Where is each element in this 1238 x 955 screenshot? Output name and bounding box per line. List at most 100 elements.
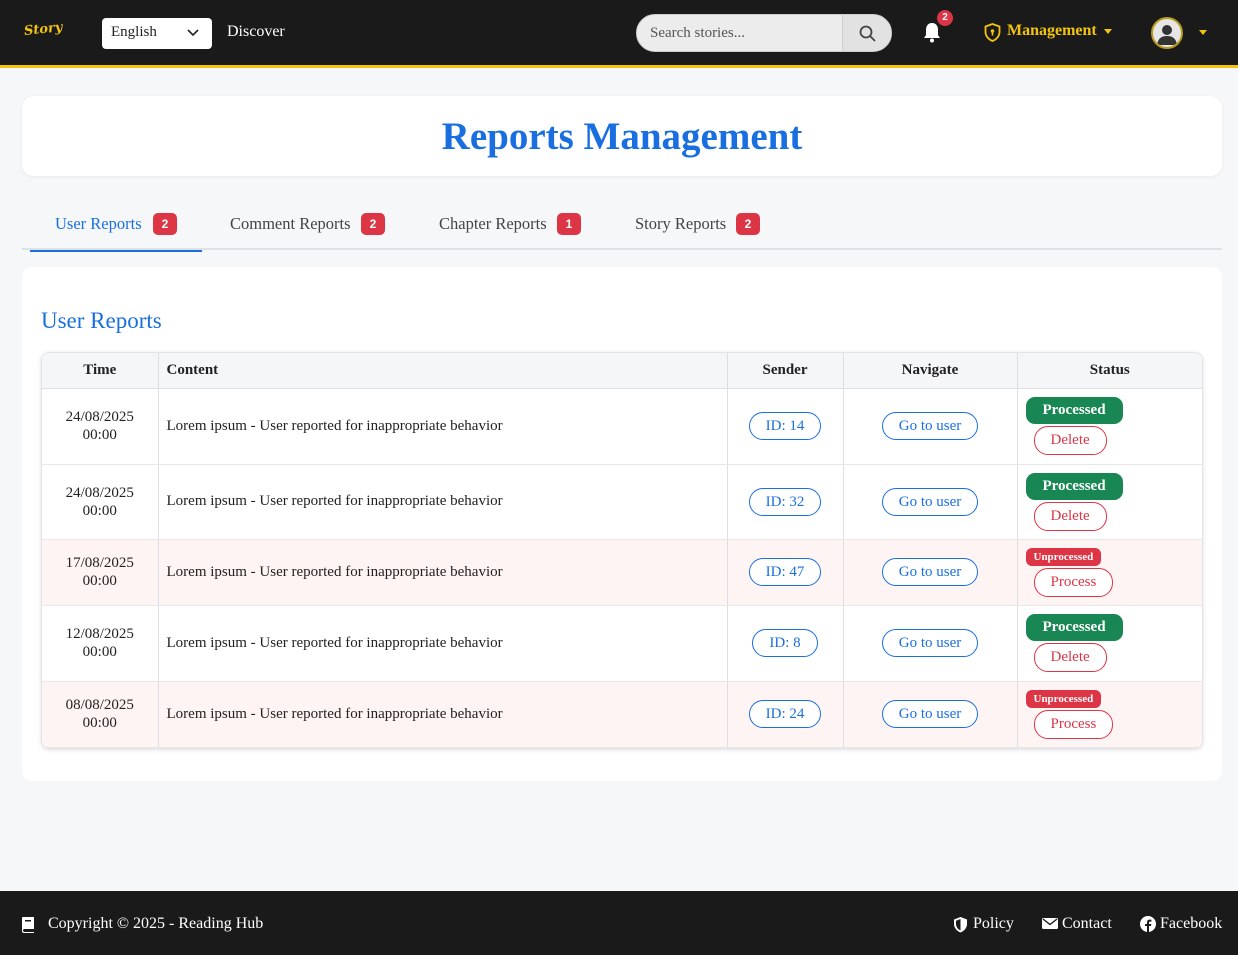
status-cell: Processed Delete [1017, 605, 1202, 682]
book-icon [22, 917, 34, 933]
header-time: Time [42, 353, 159, 389]
sender-cell: ID: 32 [727, 464, 844, 540]
tab-story-reports[interactable]: Story Reports 2 [620, 200, 790, 250]
contact-label: Contact [1062, 915, 1112, 932]
chevron-down-icon [187, 29, 199, 37]
report-date: 24/08/2025 [65, 409, 134, 425]
report-content: Lorem ipsum - User reported for inapprop… [158, 388, 728, 465]
tab-user-reports[interactable]: User Reports 2 [30, 200, 202, 252]
report-time: 00:00 [82, 573, 117, 589]
facebook-label: Facebook [1160, 915, 1223, 932]
report-time-cell: 08/08/2025 00:00 [42, 681, 159, 748]
search-icon [859, 25, 876, 42]
tab-label: Comment Reports [230, 214, 351, 233]
report-time: 00:00 [82, 502, 117, 519]
report-content: Lorem ipsum - User reported for inapprop… [158, 681, 728, 748]
status-cell: Processed Delete [1017, 464, 1202, 540]
header-sender: Sender [727, 353, 844, 389]
table-row: 12/08/2025 00:00 Lorem ipsum - User repor… [42, 605, 1202, 682]
status-cell: Unprocessed Process [1017, 681, 1202, 748]
search-button[interactable] [842, 15, 891, 51]
go-to-user-button[interactable]: Go to user [881, 412, 979, 440]
top-navbar: Story English Discover 2 Management [0, 0, 1238, 68]
report-time: 00:00 [82, 644, 117, 660]
management-label: Management [1007, 22, 1097, 39]
status-badge: Processed [1025, 472, 1123, 500]
tab-label: Chapter Reports [439, 214, 547, 233]
caret-down-icon [1104, 29, 1112, 34]
report-time-cell: 24/08/2025 00:00 [42, 388, 159, 465]
sender-cell: ID: 14 [727, 388, 844, 465]
header-content: Content [158, 353, 728, 389]
sender-id-button[interactable]: ID: 14 [748, 412, 822, 440]
page-title: Reports Management [441, 115, 803, 158]
caret-down-icon[interactable] [1199, 30, 1207, 35]
sender-id-button[interactable]: ID: 32 [748, 487, 822, 516]
navigate-cell: Go to user [843, 464, 1018, 540]
navigate-cell: Go to user [843, 388, 1018, 465]
delete-button[interactable]: Delete [1033, 643, 1107, 672]
report-date: 08/08/2025 [65, 697, 134, 713]
report-content: Lorem ipsum - User reported for inapprop… [158, 539, 728, 606]
header-navigate: Navigate [843, 353, 1018, 389]
language-select[interactable]: English [102, 18, 212, 49]
page-header-card: Reports Management [22, 96, 1222, 176]
delete-button[interactable]: Delete [1033, 426, 1107, 455]
header-status: Status [1017, 353, 1202, 389]
navigate-cell: Go to user [843, 605, 1018, 682]
delete-button[interactable]: Delete [1033, 501, 1107, 531]
tab-comment-reports[interactable]: Comment Reports 2 [212, 200, 402, 250]
tab-count-badge: 2 [153, 213, 177, 235]
status-badge: Unprocessed [1025, 689, 1102, 708]
copyright-text: Copyright © 2025 - Reading Hub [48, 915, 264, 932]
page-footer: Copyright © 2025 - Reading Hub Policy Co… [0, 891, 1238, 955]
site-logo[interactable]: Story [23, 20, 63, 39]
sender-id-button[interactable]: ID: 8 [752, 629, 818, 657]
status-badge: Processed [1025, 614, 1123, 641]
user-avatar[interactable] [1151, 17, 1183, 49]
go-to-user-button[interactable]: Go to user [881, 487, 979, 516]
tab-count-badge: 2 [736, 213, 760, 235]
reports-card: User Reports Time Content Sender Navigat… [22, 267, 1222, 781]
search-input[interactable] [637, 15, 843, 51]
report-content: Lorem ipsum - User reported for inapprop… [158, 605, 728, 682]
status-cell: Unprocessed Process [1017, 539, 1202, 606]
search-bar [636, 14, 892, 52]
status-badge: Processed [1025, 397, 1123, 424]
report-tabs: User Reports 2 Comment Reports 2 Chapter… [22, 200, 1222, 252]
tab-label: Story Reports [635, 214, 727, 233]
sender-id-button[interactable]: ID: 24 [748, 700, 822, 728]
process-button[interactable]: Process [1033, 709, 1114, 739]
table-row: 24/08/2025 00:00 Lorem ipsum - User repor… [42, 464, 1202, 540]
go-to-user-button[interactable]: Go to user [881, 558, 979, 586]
shield-icon [954, 917, 967, 933]
table-row: 08/08/2025 00:00 Lorem ipsum - User repor… [42, 681, 1202, 748]
report-time: 00:00 [82, 427, 117, 443]
go-to-user-button[interactable]: Go to user [881, 629, 979, 657]
tab-chapter-reports[interactable]: Chapter Reports 1 [422, 200, 602, 250]
facebook-icon [1140, 916, 1156, 932]
report-date: 24/08/2025 [65, 484, 134, 501]
navigate-cell: Go to user [843, 681, 1018, 748]
navigate-cell: Go to user [843, 539, 1018, 606]
report-content: Lorem ipsum - User reported for inapprop… [158, 464, 728, 540]
report-time-cell: 17/08/2025 00:00 [42, 539, 159, 606]
go-to-user-button[interactable]: Go to user [881, 700, 979, 728]
report-time-cell: 24/08/2025 00:00 [42, 464, 159, 540]
table-row: 17/08/2025 00:00 Lorem ipsum - User repor… [42, 539, 1202, 606]
section-title: User Reports [41, 308, 162, 333]
table-header-row: Time Content Sender Navigate Status [42, 353, 1202, 389]
discover-link[interactable]: Discover [227, 23, 285, 41]
envelope-icon [1042, 918, 1058, 929]
reports-table-wrapper: Time Content Sender Navigate Status 24/0… [41, 352, 1203, 749]
status-cell: Processed Delete [1017, 388, 1202, 465]
sender-cell: ID: 24 [727, 681, 844, 748]
process-button[interactable]: Process [1033, 567, 1114, 597]
language-value: English [111, 24, 157, 40]
status-badge: Unprocessed [1025, 547, 1102, 566]
sender-cell: ID: 47 [727, 539, 844, 606]
tab-count-badge: 1 [557, 213, 581, 235]
report-time-cell: 12/08/2025 00:00 [42, 605, 159, 682]
sender-id-button[interactable]: ID: 47 [748, 558, 822, 586]
notification-badge: 2 [937, 10, 953, 26]
